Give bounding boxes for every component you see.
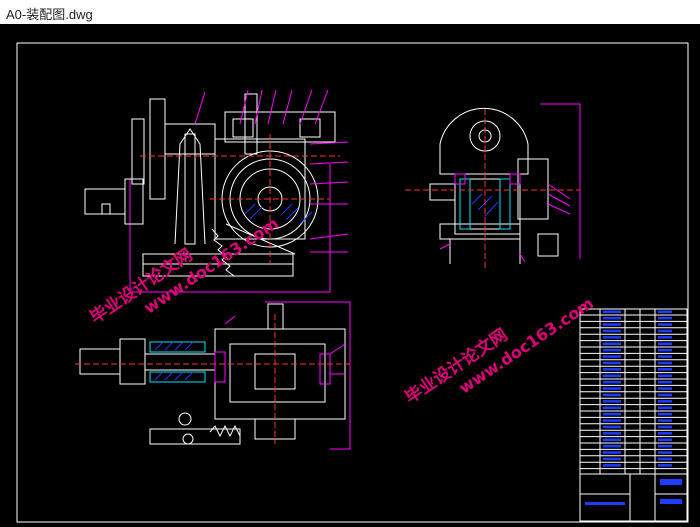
bom-cell-mark [658, 368, 672, 371]
bom-cell-mark [658, 412, 672, 416]
bom-cell-mark [658, 451, 672, 454]
bom-cell-mark [603, 425, 621, 429]
bom-cell-mark [658, 361, 672, 365]
drawing-frame [16, 42, 689, 523]
top-view [75, 301, 351, 450]
bom-cell-mark [603, 361, 621, 365]
side-view [405, 103, 581, 269]
bom-cell-mark [658, 432, 672, 435]
watermark-2: 毕业设计论文网 www.doc163.com [401, 294, 597, 409]
bom-cell-mark [658, 406, 672, 409]
bom-cell-mark [603, 457, 621, 461]
bom-cell-mark [603, 316, 621, 320]
bom-cell-mark [603, 342, 621, 345]
bom-cell-mark [658, 393, 672, 397]
bom-cell-mark [658, 310, 672, 313]
bom-cell-mark [658, 316, 672, 320]
bom-cell-mark [658, 329, 672, 333]
bom-cell-mark [658, 425, 672, 429]
bom-cell-mark [603, 368, 621, 371]
bom-cell-mark [603, 329, 621, 333]
bom-cell-mark [603, 451, 621, 454]
bom-cell-mark [603, 412, 621, 416]
bom-cell-mark [603, 387, 621, 390]
bom-cell-mark [658, 323, 672, 326]
bom-cell-mark [603, 355, 621, 358]
bom-cell-mark [603, 419, 621, 422]
bom-cell-mark [603, 444, 621, 448]
drawing-canvas[interactable]: 毕业设计论文网 www.doc163.com 毕业设计论文网 www.doc16… [0, 24, 700, 527]
bom-cell-mark [658, 342, 672, 345]
bom-cell-mark [603, 406, 621, 409]
bom-cell-mark [603, 400, 621, 403]
bom-cell-mark [603, 432, 621, 435]
bom-cell-mark [658, 419, 672, 422]
cad-drawing: 毕业设计论文网 www.doc163.com 毕业设计论文网 www.doc16… [16, 42, 689, 523]
bom-cell-mark [658, 438, 672, 441]
bom-cell-mark [658, 374, 672, 377]
bom-cell-mark [658, 348, 672, 352]
bom-cell-mark [603, 380, 621, 384]
title-block [579, 308, 688, 522]
bom-cell-mark [603, 310, 621, 313]
bom-cell-mark [658, 336, 672, 339]
bom-cell-mark [603, 336, 621, 339]
window-title: A0-装配图.dwg [6, 7, 93, 22]
bom-cell-mark [603, 464, 621, 467]
bom-cell-mark [658, 380, 672, 384]
bom-cell-mark [658, 400, 672, 403]
window-title-bar: A0-装配图.dwg [0, 0, 700, 25]
bom-cell-mark [603, 323, 621, 326]
bom-cell-mark [658, 464, 672, 467]
bom-cell-mark [658, 355, 672, 358]
bom-cell-mark [658, 444, 672, 448]
bom-cell-mark [603, 393, 621, 397]
bom-cell-mark [658, 387, 672, 390]
bom-cell-mark [603, 438, 621, 441]
bom-cell-mark [658, 457, 672, 461]
bom-cell-mark [603, 348, 621, 352]
bom-cell-mark [603, 374, 621, 377]
